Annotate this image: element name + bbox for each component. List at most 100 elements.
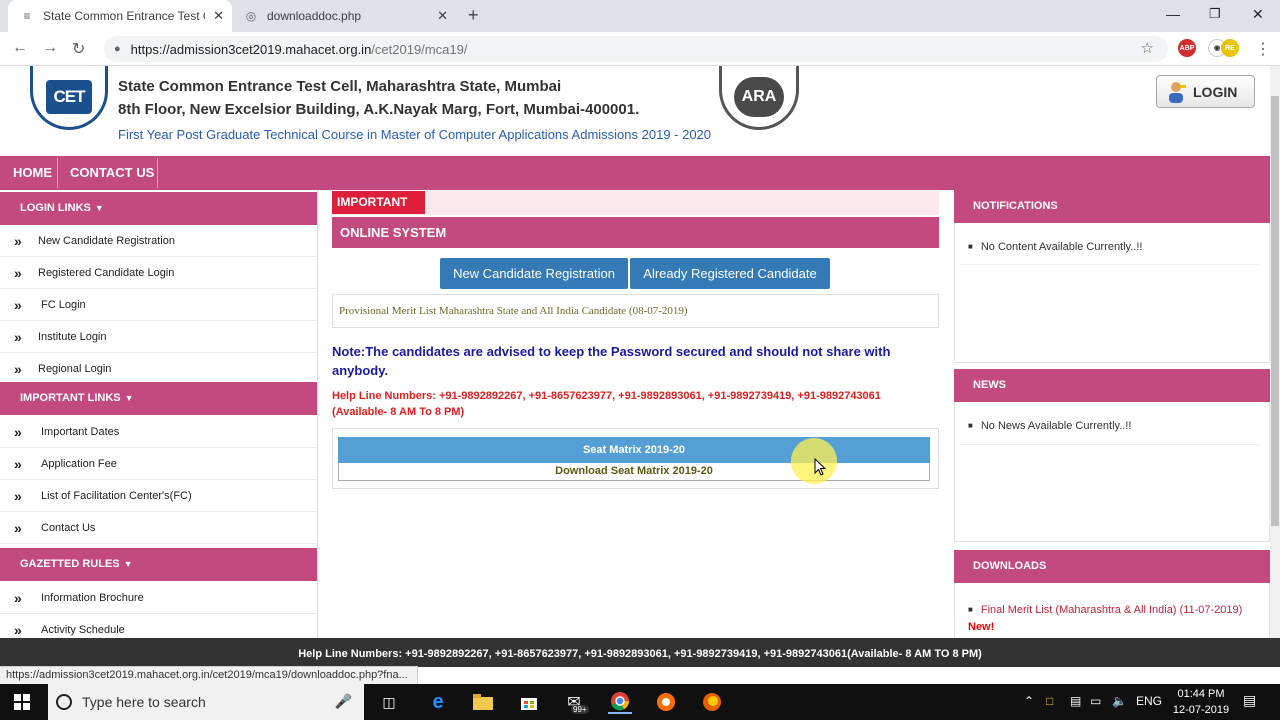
double-chevron-icon: » (14, 329, 22, 345)
double-chevron-icon: » (14, 520, 22, 536)
action-center-icon[interactable]: ▤ (1243, 692, 1256, 709)
address-toolbar: ← → ↻ ● https://admission3cet2019.mahace… (0, 32, 1280, 66)
new-tag: New! (968, 621, 995, 633)
close-tab-icon[interactable]: ✕ (437, 8, 448, 24)
double-chevron-icon: » (14, 361, 22, 377)
course-subtitle: First Year Post Graduate Technical Cours… (118, 127, 712, 142)
new-tab-button[interactable]: + (468, 5, 479, 26)
login-button[interactable]: LOGIN (1156, 75, 1255, 108)
login-links-header[interactable]: LOGIN LINKS ▼ (0, 192, 317, 225)
merit-list-link[interactable]: Provisional Merit List Maharashtra State… (332, 294, 939, 328)
search-circle-icon (56, 694, 72, 710)
org-address: 8th Floor, New Excelsior Building, A.K.N… (118, 101, 640, 118)
mouse-cursor-icon (814, 457, 827, 481)
new-candidate-registration-button[interactable]: New Candidate Registration (440, 258, 628, 289)
site-favicon-icon: ≡ (23, 9, 31, 23)
online-system-header: ONLINE SYSTEM (332, 217, 939, 248)
notification-badge: 99+ (571, 705, 589, 714)
tray-camera-icon[interactable]: □ (1046, 694, 1053, 708)
tray-chevron-icon[interactable]: ⌃ (1024, 694, 1034, 708)
sidebar-item-facilitation-centers[interactable]: » List of Facilitation Center's(FC) (0, 480, 317, 512)
tab-title: State Common Entrance Test Cell (43, 9, 205, 23)
maximize-button[interactable]: ❐ (1209, 6, 1221, 22)
org-name: State Common Entrance Test Cell, Maharas… (118, 78, 562, 95)
url-bar[interactable]: ● https://admission3cet2019.mahacet.org.… (104, 36, 1168, 62)
main-nav: HOME CONTACT US (0, 156, 1270, 190)
caret-down-icon: ▼ (94, 203, 104, 213)
bookmark-star-icon[interactable]: ☆ (1141, 39, 1154, 57)
tab-title: downloaddoc.php (267, 9, 362, 23)
sidebar-item-application-fee[interactable]: » Application Fee (0, 448, 317, 480)
status-bar-url: https://admission3cet2019.mahacet.org.in… (0, 666, 418, 684)
sidebar-item-important-dates[interactable]: » Important Dates (0, 416, 317, 448)
network-icon[interactable]: ▤ (1070, 694, 1081, 708)
mail-icon[interactable]: ✉ 99+ (562, 690, 589, 714)
notifications-header: NOTIFICATIONS (954, 190, 1270, 223)
store-icon[interactable] (517, 690, 541, 714)
helpline-text: Help Line Numbers: +91-9892892267, +91-8… (332, 390, 881, 418)
final-merit-list-link[interactable]: ■ Final Merit List (Maharashtra & All Ind… (968, 601, 1248, 636)
user-icon (1167, 81, 1187, 103)
browser-tab-strip: ≡ State Common Entrance Test Cell ✕ ◎ do… (0, 0, 1280, 32)
taskbar-clock[interactable]: 01:44 PM 12-07-2019 (1170, 686, 1232, 718)
double-chevron-icon: » (14, 622, 22, 638)
taskbar-search-input[interactable]: Type here to search 🎤 (48, 684, 364, 720)
firefox-icon[interactable] (700, 690, 724, 714)
page-scrollbar[interactable] (1270, 66, 1280, 638)
tab-cet[interactable]: ≡ State Common Entrance Test Cell ✕ (8, 0, 232, 32)
globe-icon: ◎ (245, 9, 257, 23)
edge-icon[interactable]: e (426, 690, 450, 714)
left-sidebar: LOGIN LINKS ▼ » New Candidate Registration… (0, 190, 318, 638)
app-icon[interactable] (654, 690, 678, 714)
web-page: CET State Common Entrance Test Cell, Mah… (0, 66, 1270, 638)
adblock-extension-icon[interactable]: ABP (1178, 39, 1196, 57)
double-chevron-icon: » (14, 488, 22, 504)
extension-emoji-icon[interactable]: RE (1221, 39, 1239, 57)
language-indicator[interactable]: ENG (1136, 694, 1162, 708)
volume-icon[interactable]: 🔈 (1112, 694, 1127, 708)
back-icon[interactable]: ← (12, 39, 28, 57)
sidebar-item-new-candidate-registration[interactable]: » New Candidate Registration (0, 225, 317, 257)
downloads-header: DOWNLOADS (954, 550, 1270, 583)
sidebar-item-contact-us[interactable]: » Contact Us (0, 512, 317, 544)
login-label: LOGIN (1193, 83, 1238, 100)
sidebar-item-regional-login[interactable]: » Regional Login (0, 353, 317, 385)
windows-start-icon[interactable] (14, 694, 30, 710)
sidebar-item-activity-schedule[interactable]: » Activity Schedule (0, 614, 317, 638)
lock-icon: ● (114, 43, 121, 55)
download-seat-matrix-link[interactable]: Download Seat Matrix 2019-20 (338, 463, 930, 481)
news-item: ■ No News Available Currently..!! (968, 420, 1132, 432)
chrome-menu-icon[interactable]: ⋮ (1255, 39, 1271, 59)
double-chevron-icon: » (14, 590, 22, 606)
sidebar-item-registered-candidate-login[interactable]: » Registered Candidate Login (0, 257, 317, 289)
double-chevron-icon: » (14, 456, 22, 472)
forward-icon[interactable]: → (42, 39, 58, 57)
double-chevron-icon: » (14, 424, 22, 440)
file-explorer-icon[interactable] (471, 690, 495, 714)
ara-logo: ARA (719, 66, 799, 130)
tab-downloaddoc[interactable]: ◎ downloaddoc.php ✕ (234, 0, 456, 32)
reload-icon[interactable]: ↻ (72, 39, 85, 59)
nav-home[interactable]: HOME (13, 156, 52, 190)
sidebar-item-fc-login[interactable]: » FC Login (0, 289, 317, 321)
sidebar-item-institute-login[interactable]: » Institute Login (0, 321, 317, 353)
password-note: Note:The candidates are advised to keep … (332, 344, 891, 378)
url-host: https://admission3cet2019.mahacet.org.in (130, 41, 372, 57)
close-tab-icon[interactable]: ✕ (213, 8, 224, 24)
double-chevron-icon: » (14, 233, 22, 249)
chrome-icon[interactable] (608, 690, 632, 714)
double-chevron-icon: » (14, 297, 22, 313)
minimize-button[interactable]: — (1166, 6, 1180, 22)
nav-contact-us[interactable]: CONTACT US (70, 156, 154, 190)
notification-item: ■ No Content Available Currently..!! (968, 241, 1143, 253)
battery-icon[interactable]: ▭ (1090, 694, 1101, 708)
already-registered-candidate-button[interactable]: Already Registered Candidate (630, 258, 830, 289)
important-links-header[interactable]: IMPORTANT LINKS ▼ (0, 382, 317, 415)
sidebar-item-information-brochure[interactable]: » Information Brochure (0, 582, 317, 614)
microphone-icon[interactable]: 🎤 (335, 693, 352, 710)
close-window-button[interactable]: ✕ (1252, 6, 1264, 23)
caret-down-icon: ▼ (123, 559, 133, 569)
gazetted-rules-header[interactable]: GAZETTED RULES ▼ (0, 548, 317, 581)
task-view-icon[interactable]: ◫ (377, 690, 401, 714)
seat-matrix-title: Seat Matrix 2019-20 (338, 437, 930, 463)
